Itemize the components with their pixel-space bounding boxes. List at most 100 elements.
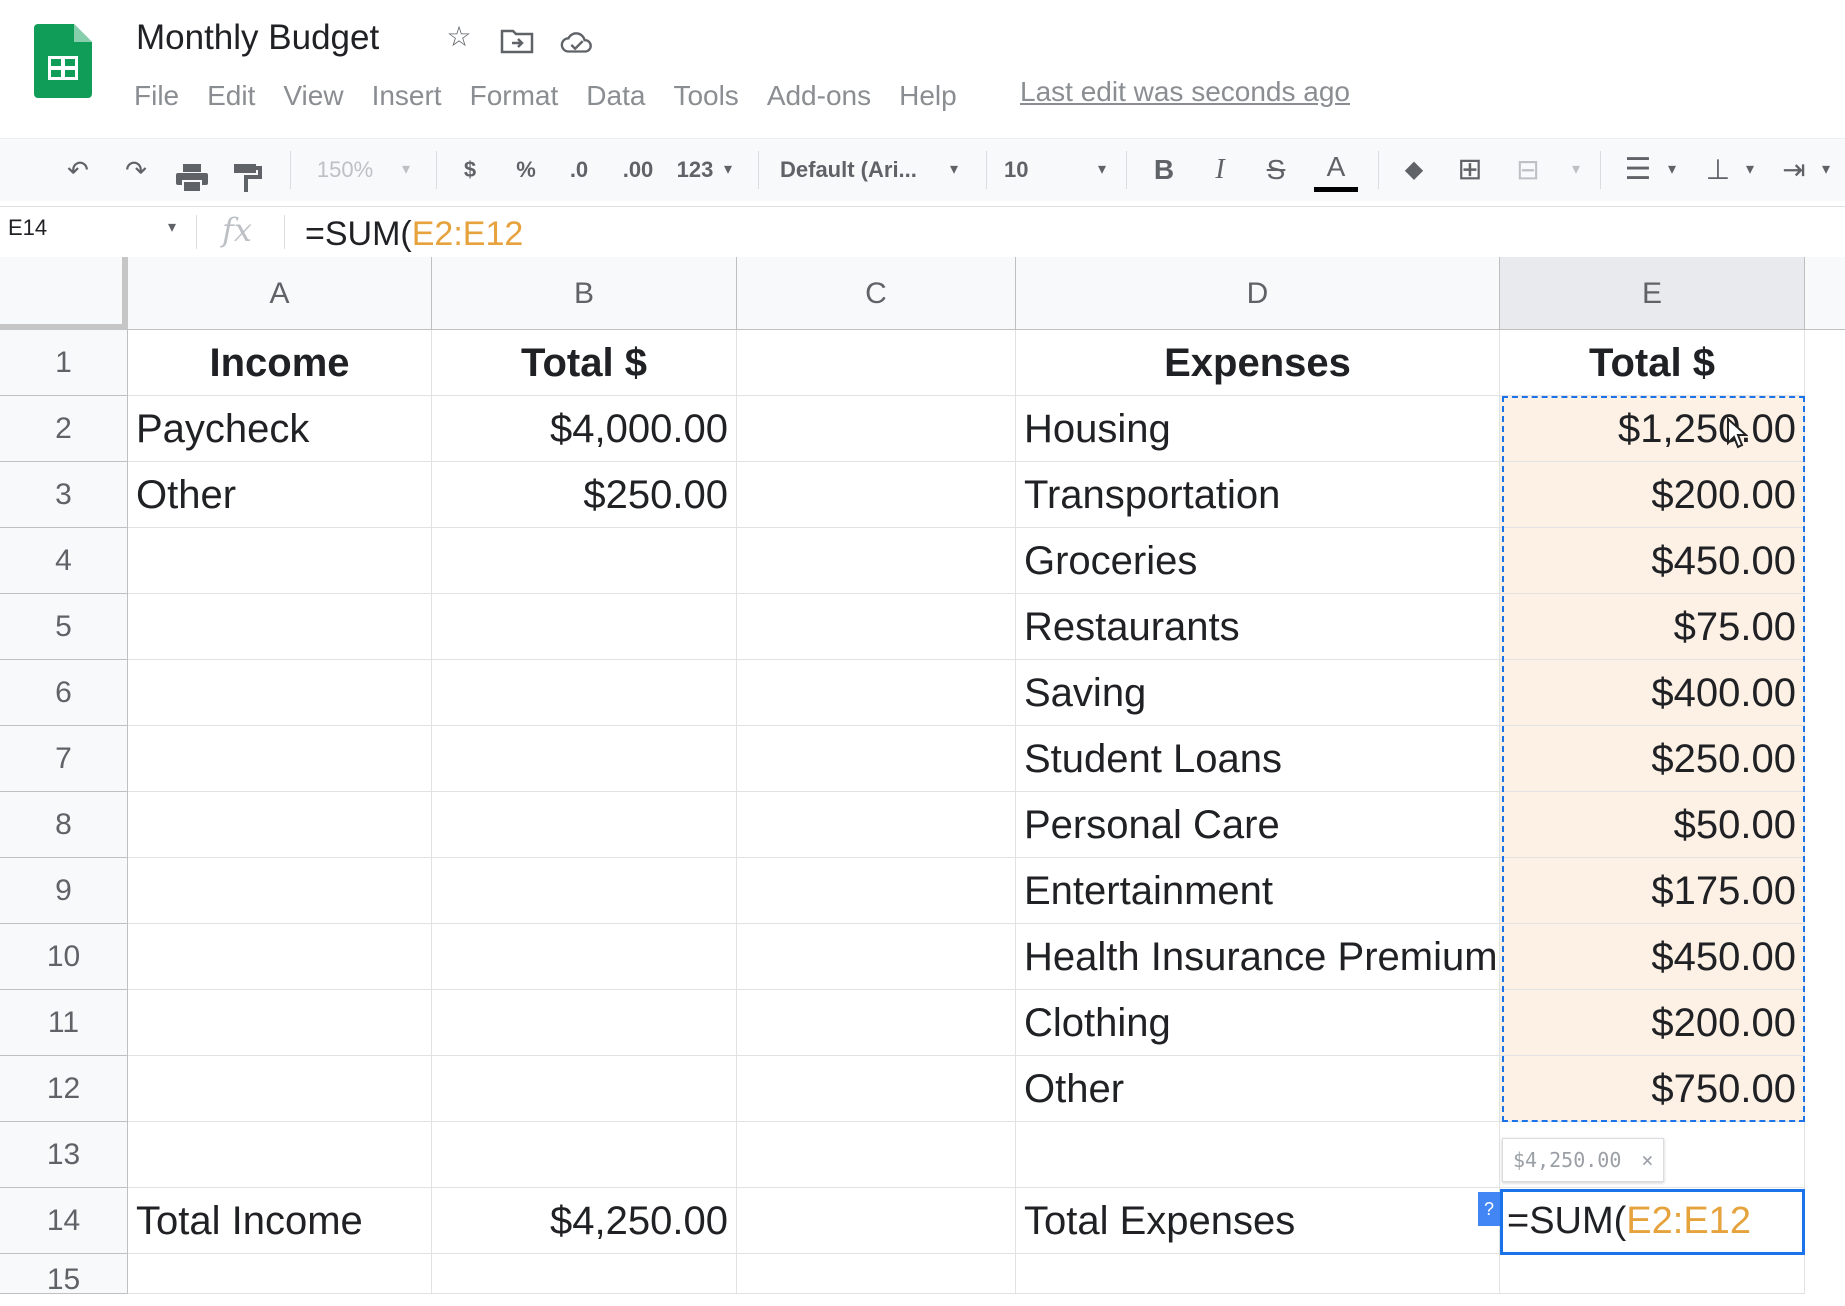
cell-d15[interactable] — [1016, 1254, 1500, 1294]
row-header-10[interactable]: 10 — [0, 924, 128, 990]
formula-input[interactable]: =SUM(E2:E12 — [305, 215, 523, 254]
bold-button[interactable]: B — [1146, 149, 1182, 191]
cell-a8[interactable] — [128, 792, 432, 858]
cell-e3[interactable]: $200.00 — [1500, 462, 1805, 528]
cell-c11[interactable] — [737, 990, 1016, 1056]
cell-e8[interactable]: $50.00 — [1500, 792, 1805, 858]
row-header-5[interactable]: 5 — [0, 594, 128, 660]
horizontal-align-icon[interactable]: ☰ — [1620, 149, 1656, 191]
cell-a7[interactable] — [128, 726, 432, 792]
cell-editor[interactable]: =SUM(E2:E12 — [1500, 1189, 1805, 1255]
column-header-e[interactable]: E — [1500, 257, 1805, 330]
fill-color-icon[interactable]: ◆ — [1396, 149, 1432, 191]
row-header-11[interactable]: 11 — [0, 990, 128, 1056]
cell-a6[interactable] — [128, 660, 432, 726]
row-header-12[interactable]: 12 — [0, 1056, 128, 1122]
cell-d2[interactable]: Housing — [1016, 396, 1500, 462]
cell-c13[interactable] — [737, 1122, 1016, 1188]
font-size-dropdown-icon[interactable]: ▾ — [1092, 149, 1112, 191]
cell-e2[interactable]: $1,250.00 — [1500, 396, 1805, 462]
cell-a12[interactable] — [128, 1056, 432, 1122]
font-size-select[interactable]: 10 — [1004, 149, 1044, 191]
sheets-logo-icon[interactable] — [34, 24, 92, 98]
text-color-button[interactable]: A — [1314, 149, 1358, 192]
cell-d13[interactable] — [1016, 1122, 1500, 1188]
currency-format-button[interactable]: $ — [456, 149, 484, 191]
merge-cells-icon[interactable]: ⊟ — [1510, 149, 1546, 191]
cell-b2[interactable]: $4,000.00 — [432, 396, 737, 462]
cell-d4[interactable]: Groceries — [1016, 528, 1500, 594]
italic-button[interactable]: I — [1202, 149, 1238, 191]
cell-a13[interactable] — [128, 1122, 432, 1188]
cell-c1[interactable] — [737, 330, 1016, 396]
cell-b5[interactable] — [432, 594, 737, 660]
last-edit-link[interactable]: Last edit was seconds ago — [1020, 76, 1350, 108]
column-header-d[interactable]: D — [1016, 257, 1500, 330]
cell-e4[interactable]: $450.00 — [1500, 528, 1805, 594]
cell-e9[interactable]: $175.00 — [1500, 858, 1805, 924]
row-header-4[interactable]: 4 — [0, 528, 128, 594]
cell-c7[interactable] — [737, 726, 1016, 792]
more-formats-button[interactable]: 123 — [670, 149, 720, 191]
row-header-13[interactable]: 13 — [0, 1122, 128, 1188]
redo-icon[interactable]: ↷ — [116, 149, 156, 191]
cell-d6[interactable]: Saving — [1016, 660, 1500, 726]
cell-d8[interactable]: Personal Care — [1016, 792, 1500, 858]
row-header-9[interactable]: 9 — [0, 858, 128, 924]
cell-e10[interactable]: $450.00 — [1500, 924, 1805, 990]
row-header-1[interactable]: 1 — [0, 330, 128, 396]
cell-d7[interactable]: Student Loans — [1016, 726, 1500, 792]
star-icon[interactable]: ☆ — [442, 20, 476, 54]
cloud-status-icon[interactable] — [560, 26, 594, 60]
cell-b1[interactable]: Total $ — [432, 330, 737, 396]
print-icon[interactable] — [174, 157, 210, 199]
cell-c2[interactable] — [737, 396, 1016, 462]
cell-c9[interactable] — [737, 858, 1016, 924]
menu-help[interactable]: Help — [899, 80, 957, 112]
cell-c12[interactable] — [737, 1056, 1016, 1122]
menu-view[interactable]: View — [283, 80, 343, 112]
halign-dropdown-icon[interactable]: ▾ — [1662, 149, 1682, 191]
cell-a9[interactable] — [128, 858, 432, 924]
borders-icon[interactable]: ⊞ — [1452, 149, 1488, 191]
formula-help-icon[interactable]: ? — [1478, 1192, 1500, 1226]
cell-b11[interactable] — [432, 990, 737, 1056]
menu-file[interactable]: File — [134, 80, 179, 112]
name-box-dropdown-icon[interactable]: ▾ — [168, 217, 176, 237]
cell-d9[interactable]: Entertainment — [1016, 858, 1500, 924]
menu-addons[interactable]: Add-ons — [767, 80, 871, 112]
cell-d10[interactable]: Health Insurance Premium — [1016, 924, 1500, 990]
cell-b3[interactable]: $250.00 — [432, 462, 737, 528]
select-all-corner[interactable] — [0, 257, 128, 330]
cell-e11[interactable]: $200.00 — [1500, 990, 1805, 1056]
cell-e15[interactable] — [1500, 1254, 1805, 1294]
cell-a15[interactable] — [128, 1254, 432, 1294]
column-header-a[interactable]: A — [128, 257, 432, 330]
cell-e1[interactable]: Total $ — [1500, 330, 1805, 396]
cell-a3[interactable]: Other — [128, 462, 432, 528]
decrease-decimals-button[interactable]: .0 — [562, 149, 596, 191]
cell-b4[interactable] — [432, 528, 737, 594]
percent-format-button[interactable]: % — [512, 149, 540, 191]
cell-c3[interactable] — [737, 462, 1016, 528]
row-header-8[interactable]: 8 — [0, 792, 128, 858]
cell-c14[interactable] — [737, 1188, 1016, 1254]
name-box[interactable]: E14 — [8, 215, 47, 241]
text-wrap-icon[interactable]: ⇥ — [1776, 149, 1812, 191]
column-header-c[interactable]: C — [737, 257, 1016, 330]
menu-insert[interactable]: Insert — [372, 80, 442, 112]
cell-a5[interactable] — [128, 594, 432, 660]
cell-a10[interactable] — [128, 924, 432, 990]
font-dropdown-icon[interactable]: ▾ — [944, 149, 964, 191]
cell-e5[interactable]: $75.00 — [1500, 594, 1805, 660]
cell-b12[interactable] — [432, 1056, 737, 1122]
row-header-6[interactable]: 6 — [0, 660, 128, 726]
cell-d14[interactable]: Total Expenses — [1016, 1188, 1500, 1254]
valign-dropdown-icon[interactable]: ▾ — [1740, 149, 1760, 191]
menu-edit[interactable]: Edit — [207, 80, 255, 112]
cell-c15[interactable] — [737, 1254, 1016, 1294]
vertical-align-icon[interactable]: ⊥ — [1700, 149, 1736, 191]
cell-c8[interactable] — [737, 792, 1016, 858]
cell-c5[interactable] — [737, 594, 1016, 660]
cell-c4[interactable] — [737, 528, 1016, 594]
